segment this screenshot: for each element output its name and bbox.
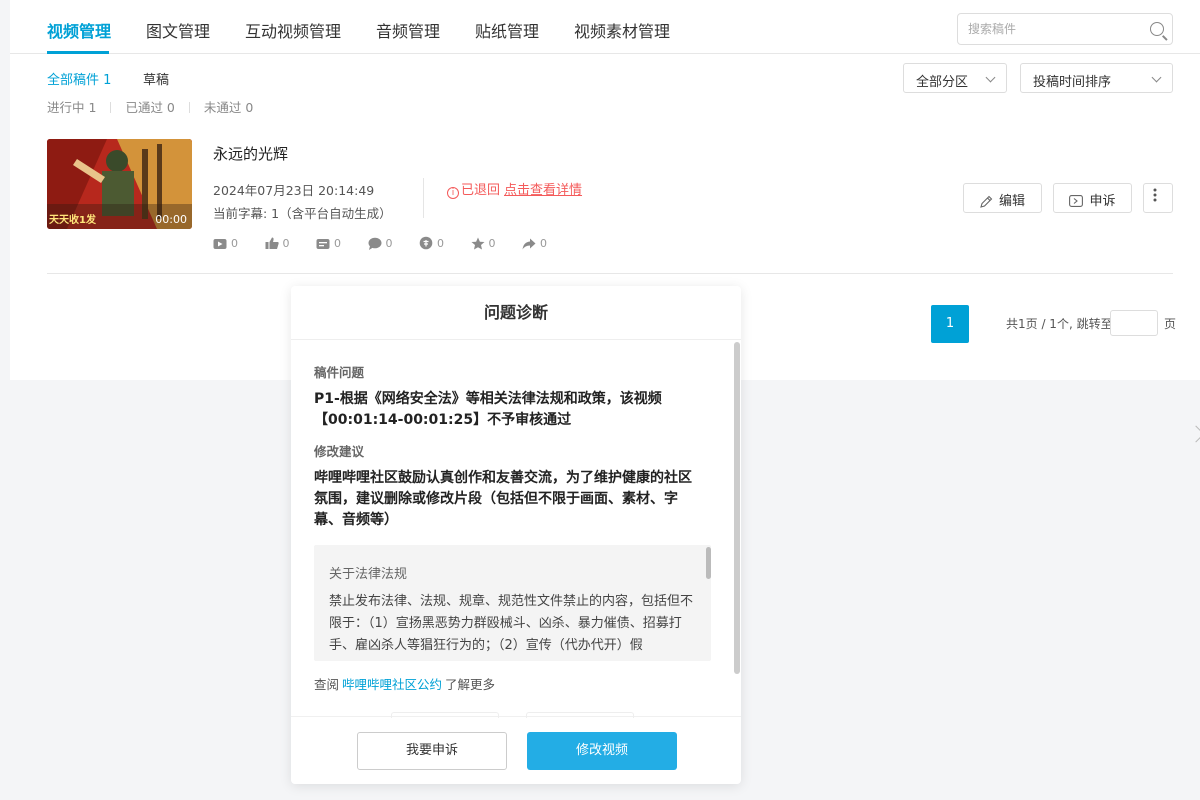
subtab-drafts[interactable]: 草稿 bbox=[143, 69, 169, 88]
stat-likes: 0 bbox=[265, 237, 313, 250]
status-returned: i 已退回 点击查看详情 bbox=[447, 179, 582, 199]
tab-interactive-video-management[interactable]: 互动视频管理 bbox=[245, 18, 341, 42]
category-select[interactable]: 全部分区 bbox=[903, 63, 1007, 93]
more-options-button[interactable] bbox=[1143, 183, 1173, 213]
issue-text: P1-根据《网络安全法》等相关法律法规和政策，该视频【00:01:14-00:0… bbox=[314, 391, 662, 428]
appeal-button[interactable]: 申诉 bbox=[1053, 183, 1132, 213]
search-box[interactable] bbox=[957, 13, 1173, 45]
video-title[interactable]: 永远的光辉 bbox=[213, 143, 288, 164]
video-subtitle-info: 当前字幕: 1（含平台自动生成） bbox=[213, 206, 392, 221]
stat-coins: 0 bbox=[419, 236, 467, 250]
tab-video-material-management[interactable]: 视频素材管理 bbox=[574, 18, 670, 42]
subtab-all-submissions[interactable]: 全部稿件 1 bbox=[47, 69, 111, 88]
community-guidelines-link[interactable]: 哔哩哔哩社区公约 bbox=[342, 677, 442, 692]
appeal-icon bbox=[1069, 195, 1084, 207]
video-thumbnail[interactable]: 天天收1发 00:00 bbox=[47, 139, 192, 229]
legal-text: 禁止发布法律、法规、规章、规范性文件禁止的内容，包括但不限于：（1）宣扬黑恶势力… bbox=[329, 594, 694, 653]
divider bbox=[47, 273, 1173, 274]
comment-icon bbox=[368, 237, 381, 250]
search-input[interactable] bbox=[958, 14, 1138, 44]
dialog-body: 稿件问题 P1-根据《网络安全法》等相关法律法规和政策，该视频【00:01:14… bbox=[291, 341, 741, 721]
pagination-info: 共1页 / 1个, 跳转至 bbox=[1006, 317, 1113, 331]
main-tabs: 视频管理 图文管理 互动视频管理 音频管理 贴纸管理 视频素材管理 bbox=[10, 0, 1200, 54]
status-text: 已退回 bbox=[461, 183, 501, 198]
tab-article-management[interactable]: 图文管理 bbox=[146, 18, 210, 42]
pagination-current-page[interactable]: 1 bbox=[931, 305, 969, 343]
hidden-button-edge bbox=[526, 712, 634, 718]
category-select-value: 全部分区 bbox=[916, 75, 969, 90]
chevron-down-icon bbox=[985, 72, 996, 83]
divider bbox=[423, 178, 424, 218]
coin-icon bbox=[419, 236, 433, 250]
stat-favorites: 0 bbox=[471, 237, 519, 250]
diagnosis-dialog: 问题诊断 稿件问题 P1-根据《网络安全法》等相关法律法规和政策，该视频【00:… bbox=[291, 286, 741, 784]
stat-plays: 0 bbox=[213, 237, 261, 250]
search-icon[interactable] bbox=[1150, 22, 1164, 36]
legal-info-box[interactable]: 关于法律法规 禁止发布法律、法规、规章、规范性文件禁止的内容，包括但不限于：（1… bbox=[314, 545, 711, 661]
star-icon bbox=[471, 237, 484, 250]
thumb-up-icon bbox=[265, 237, 279, 249]
video-stats: 0 0 0 0 0 0 0 bbox=[213, 236, 570, 250]
filter-in-progress[interactable]: 进行中 1 bbox=[47, 100, 96, 115]
pagination-suffix: 页 bbox=[1164, 317, 1177, 331]
legal-title: 关于法律法规 bbox=[329, 567, 408, 582]
share-icon bbox=[522, 238, 536, 250]
play-icon bbox=[213, 239, 227, 249]
stat-comments: 0 bbox=[368, 237, 416, 250]
chevron-right-icon[interactable] bbox=[1187, 425, 1200, 443]
edit-button[interactable]: 编辑 bbox=[963, 183, 1042, 213]
status-details-link[interactable]: 点击查看详情 bbox=[504, 183, 582, 198]
suggestion-text: 哔哩哔哩社区鼓励认真创作和友善交流，为了维护健康的社区氛围，建议删除或修改片段（… bbox=[314, 470, 692, 528]
tab-video-management[interactable]: 视频管理 bbox=[47, 18, 111, 42]
stat-danmaku: 0 bbox=[316, 237, 364, 250]
chevron-down-icon bbox=[1151, 72, 1162, 83]
dialog-title: 问题诊断 bbox=[291, 286, 741, 340]
filter-rejected[interactable]: 未通过 0 bbox=[204, 100, 253, 115]
pagination-jump-input[interactable] bbox=[1110, 310, 1158, 336]
warning-icon: i bbox=[447, 187, 459, 199]
more-vertical-icon bbox=[1153, 188, 1157, 202]
tab-sticker-management[interactable]: 贴纸管理 bbox=[475, 18, 539, 42]
tab-audio-management[interactable]: 音频管理 bbox=[376, 18, 440, 42]
legal-scrollbar[interactable] bbox=[706, 547, 711, 579]
sort-select[interactable]: 投稿时间排序 bbox=[1020, 63, 1173, 93]
sort-select-value: 投稿时间排序 bbox=[1033, 75, 1112, 90]
status-filters: 进行中 1 已通过 0 未通过 0 bbox=[47, 97, 253, 116]
appeal-dialog-button[interactable]: 我要申诉 bbox=[357, 732, 507, 770]
issue-label: 稿件问题 bbox=[314, 365, 365, 380]
danmaku-icon bbox=[316, 239, 330, 249]
active-tab-indicator bbox=[47, 51, 109, 54]
dialog-footer: 我要申诉 修改视频 bbox=[291, 712, 741, 784]
video-duration: 00:00 bbox=[155, 213, 187, 226]
filter-approved[interactable]: 已通过 0 bbox=[125, 100, 174, 115]
hidden-button-edge bbox=[391, 712, 499, 718]
video-date: 2024年07月23日 20:14:49 bbox=[213, 183, 375, 198]
suggestion-label: 修改建议 bbox=[314, 444, 365, 459]
more-info: 查阅 哔哩哔哩社区公约 了解更多 bbox=[314, 677, 496, 692]
dialog-scrollbar[interactable] bbox=[734, 342, 740, 674]
pencil-icon bbox=[980, 195, 993, 208]
stat-shares: 0 bbox=[522, 237, 570, 250]
thumbnail-caption: 天天收1发 bbox=[49, 215, 96, 226]
modify-video-button[interactable]: 修改视频 bbox=[527, 732, 677, 770]
